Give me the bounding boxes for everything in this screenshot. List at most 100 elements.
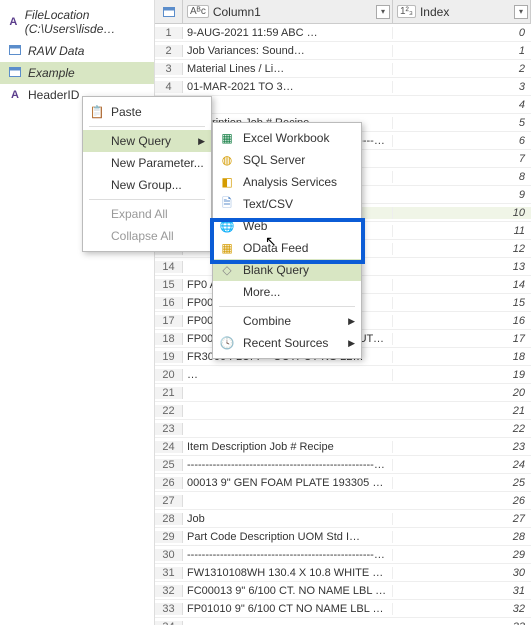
- cell-index: 33: [393, 621, 531, 625]
- column-headers: Aᴮᴄ Column1 ▾ 1²₃ Index ▾: [155, 0, 531, 24]
- cell-column1: ----------------------------------------…: [183, 549, 393, 561]
- menu-label: Excel Workbook: [243, 131, 329, 145]
- row-number: 22: [155, 405, 183, 417]
- cell-index: 19: [393, 369, 531, 381]
- table-row[interactable]: 4 01-MAR-2021 TO 3…3: [155, 78, 531, 96]
- menu-analysis-services[interactable]: ◧ Analysis Services: [213, 171, 361, 193]
- column-header-index[interactable]: 1²₃ Index ▾: [393, 0, 531, 23]
- row-number: 20: [155, 369, 183, 381]
- cell-index: 27: [393, 513, 531, 525]
- table-row[interactable]: 25--------------------------------------…: [155, 456, 531, 474]
- menu-collapse-all: Collapse All: [83, 225, 211, 247]
- cell-column1: FC00013 9" 6/100 CT. NO NAME LBL MTR …: [183, 585, 393, 597]
- cell-index: 6: [393, 135, 531, 147]
- menu-label: Analysis Services: [243, 175, 337, 189]
- table-row[interactable]: 2120: [155, 384, 531, 402]
- menu-web[interactable]: 🌐 Web: [213, 215, 361, 237]
- cell-index: 31: [393, 585, 531, 597]
- cell-index: 2: [393, 63, 531, 75]
- cell-index: 13: [393, 261, 531, 273]
- row-number: 21: [155, 387, 183, 399]
- table-row[interactable]: 29Part Code Description UOM Std I…28: [155, 528, 531, 546]
- menu-excel-workbook[interactable]: ▦ Excel Workbook: [213, 127, 361, 149]
- column-name: Index: [420, 5, 449, 19]
- cell-index: 25: [393, 477, 531, 489]
- table-row[interactable]: 2221: [155, 402, 531, 420]
- sidebar-item-example[interactable]: Example: [0, 62, 154, 84]
- menu-sql-server[interactable]: ◍ SQL Server: [213, 149, 361, 171]
- blank-query-icon: ◇: [219, 263, 235, 277]
- menu-odata[interactable]: ▦ OData Feed: [213, 237, 361, 259]
- menu-label: More...: [243, 285, 280, 299]
- cell-index: 23: [393, 441, 531, 453]
- sidebar-item-filelocation[interactable]: A FileLocation (C:\Users\lisde…: [0, 4, 154, 40]
- table-row[interactable]: 32FC00013 9" 6/100 CT. NO NAME LBL MTR ……: [155, 582, 531, 600]
- text-param-icon: A: [8, 16, 19, 28]
- row-number: 17: [155, 315, 183, 327]
- menu-recent-sources[interactable]: 🕓 Recent Sources ▶: [213, 332, 361, 354]
- menu-label: Recent Sources: [243, 336, 328, 350]
- table-row[interactable]: 31FW1310108WH 130.4 X 10.8 WHITE KG …30: [155, 564, 531, 582]
- menu-new-parameter[interactable]: New Parameter...: [83, 152, 211, 174]
- menu-separator: [89, 126, 205, 127]
- cell-index: 5: [393, 117, 531, 129]
- cell-column1: 9-AUG-2021 11:59 ABC …: [183, 27, 393, 39]
- file-icon: 🗎: [219, 194, 235, 215]
- cell-column1: Part Code Description UOM Std I…: [183, 531, 393, 543]
- submenu-arrow-icon: ▶: [348, 316, 355, 327]
- row-number: 15: [155, 279, 183, 291]
- cell-index: 22: [393, 423, 531, 435]
- row-number: 14: [155, 261, 183, 273]
- menu-label: Text/CSV: [243, 197, 293, 211]
- cell-index: 1: [393, 45, 531, 57]
- cell-index: 30: [393, 567, 531, 579]
- table-row[interactable]: 2600013 9" GEN FOAM PLATE 193305 000…25: [155, 474, 531, 492]
- paste-icon: 📋: [89, 105, 105, 119]
- table-row[interactable]: 2322: [155, 420, 531, 438]
- table-row[interactable]: 2726: [155, 492, 531, 510]
- cell-column1: Item Description Job # Recipe: [183, 441, 393, 453]
- submenu-arrow-icon: ▶: [198, 136, 205, 147]
- menu-label: OData Feed: [243, 241, 308, 255]
- menu-new-query[interactable]: New Query ▶: [83, 130, 211, 152]
- table-row[interactable]: 24Item Description Job # Recipe23: [155, 438, 531, 456]
- menu-label: New Query: [111, 134, 171, 148]
- row-number: 26: [155, 477, 183, 489]
- row-number: 30: [155, 549, 183, 561]
- menu-paste[interactable]: 📋 Paste: [83, 101, 211, 123]
- table-icon: [8, 44, 22, 58]
- row-number: 31: [155, 567, 183, 579]
- table-row[interactable]: 28 Job27: [155, 510, 531, 528]
- table-row[interactable]: 2 Job Variances: Sound…1: [155, 42, 531, 60]
- table-row[interactable]: 3433: [155, 618, 531, 625]
- menu-new-group[interactable]: New Group...: [83, 174, 211, 196]
- cell-index: 11: [393, 225, 531, 237]
- abc-type-icon: Aᴮᴄ: [187, 5, 209, 18]
- table-row[interactable]: 20 …19: [155, 366, 531, 384]
- context-menu: 📋 Paste New Query ▶ New Parameter... New…: [82, 96, 212, 252]
- menu-more[interactable]: More...: [213, 281, 361, 303]
- table-row[interactable]: 19-AUG-2021 11:59 ABC …0: [155, 24, 531, 42]
- menu-combine[interactable]: Combine ▶: [213, 310, 361, 332]
- table-row[interactable]: 30--------------------------------------…: [155, 546, 531, 564]
- menu-expand-all: Expand All: [83, 203, 211, 225]
- menu-blank-query[interactable]: ◇ Blank Query: [213, 259, 361, 281]
- sidebar-item-label: RAW Data: [28, 44, 84, 58]
- row-index-header[interactable]: [155, 0, 183, 23]
- column-filter-dropdown[interactable]: ▾: [514, 5, 528, 19]
- menu-label: Web: [243, 219, 267, 233]
- column-filter-dropdown[interactable]: ▾: [376, 5, 390, 19]
- column-header-column1[interactable]: Aᴮᴄ Column1 ▾: [183, 0, 393, 23]
- cell-index: 29: [393, 549, 531, 561]
- row-number: 19: [155, 351, 183, 363]
- table-row[interactable]: 3 Material Lines / Li…2: [155, 60, 531, 78]
- excel-icon: ▦: [219, 131, 235, 145]
- row-number: 29: [155, 531, 183, 543]
- sidebar-item-rawdata[interactable]: RAW Data: [0, 40, 154, 62]
- row-number: 28: [155, 513, 183, 525]
- menu-text-csv[interactable]: 🗎 Text/CSV: [213, 193, 361, 215]
- cell-index: 12: [393, 243, 531, 255]
- table-row[interactable]: 33FP01010 9" 6/100 CT NO NAME LBL EA …32: [155, 600, 531, 618]
- recent-icon: 🕓: [219, 336, 235, 350]
- cell-column1: Job: [183, 513, 393, 525]
